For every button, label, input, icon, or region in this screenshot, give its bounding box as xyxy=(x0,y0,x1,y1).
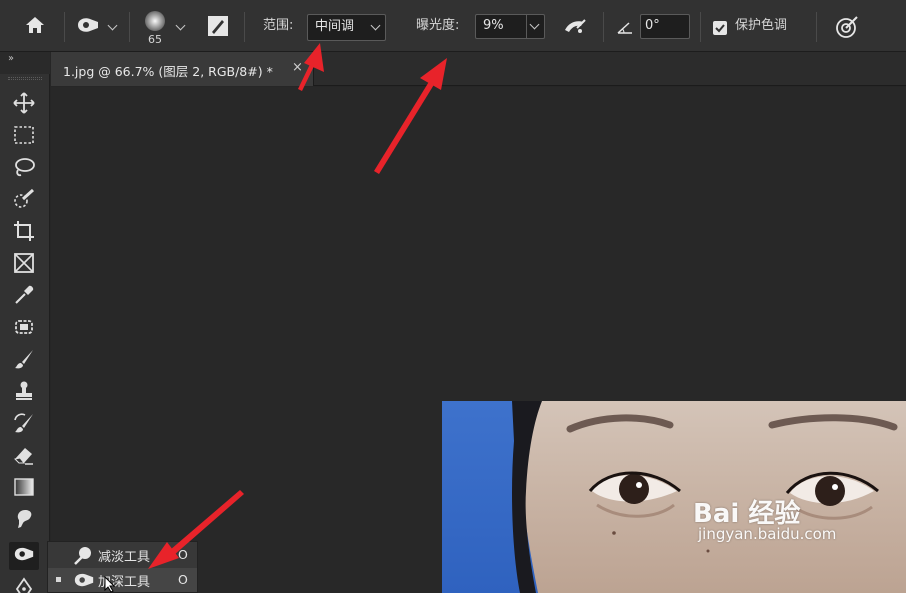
flyout-item-dodge-shortcut: O xyxy=(178,547,188,562)
protect-tones-checkbox[interactable] xyxy=(713,20,727,39)
crop-tool[interactable] xyxy=(9,217,39,245)
flyout-item-burn-shortcut: O xyxy=(178,572,188,587)
photoshop-window: 65 范围: 中间调 曝光度: 9% 0° 保护色调 ›› 1.jpg @ 66… xyxy=(0,0,906,593)
home-icon[interactable] xyxy=(24,15,46,39)
quick-select-tool[interactable] xyxy=(9,185,39,213)
range-label: 范围: xyxy=(263,18,294,33)
angle-input[interactable]: 0° xyxy=(640,14,690,39)
exposure-input[interactable]: 9% xyxy=(475,14,545,39)
close-tab-icon[interactable]: × xyxy=(292,60,303,75)
range-select-value: 中间调 xyxy=(315,19,355,34)
preset-chevron-down-icon[interactable] xyxy=(107,20,118,31)
options-bar: 65 范围: 中间调 曝光度: 9% 0° 保护色调 xyxy=(0,0,906,52)
eraser-tool[interactable] xyxy=(9,441,39,469)
flyout-item-dodge-label: 减淡工具 xyxy=(98,550,151,565)
burn-tool-preset-icon[interactable] xyxy=(76,16,100,38)
airbrush-icon[interactable] xyxy=(563,16,587,40)
gradient-tool[interactable] xyxy=(9,473,39,501)
blur-tool[interactable] xyxy=(9,505,39,533)
dodge-tool-icon xyxy=(74,547,91,565)
lasso-tool[interactable] xyxy=(9,153,39,181)
spot-healing-tool[interactable] xyxy=(9,313,39,341)
watermark-url-text: jingyan.baidu.com xyxy=(698,525,837,543)
tools-panel: ›› xyxy=(0,52,50,593)
exposure-value: 9% xyxy=(483,18,504,33)
document-tab-bar: 1.jpg @ 66.7% (图层 2, RGB/8#) * × xyxy=(51,52,906,86)
tool-flyout-menu: 减淡工具 O 加深工具 O xyxy=(47,541,198,593)
history-brush-tool[interactable] xyxy=(9,409,39,437)
collapse-icon[interactable]: ›› xyxy=(8,53,14,64)
clone-stamp-tool[interactable] xyxy=(9,377,39,405)
tools-panel-grip[interactable] xyxy=(8,77,42,80)
exposure-chevron-down-icon xyxy=(529,19,540,30)
flyout-item-dodge[interactable]: 减淡工具 O xyxy=(48,543,197,567)
tools-panel-header: ›› xyxy=(0,52,50,74)
burn-tool-icon xyxy=(74,573,94,587)
document-tab[interactable]: 1.jpg @ 66.7% (图层 2, RGB/8#) * × xyxy=(51,52,314,86)
brush-settings-icon[interactable] xyxy=(208,16,228,40)
brush-size-value: 65 xyxy=(148,33,162,46)
range-select[interactable]: 中间调 xyxy=(307,14,386,41)
canvas-photo xyxy=(442,401,906,593)
pen-tool[interactable] xyxy=(9,574,39,593)
document-tab-title: 1.jpg @ 66.7% (图层 2, RGB/8#) * xyxy=(63,64,273,79)
mouse-cursor-icon xyxy=(104,575,116,593)
protect-tones-label: 保护色调 xyxy=(735,18,788,33)
eyedropper-tool[interactable] xyxy=(9,281,39,309)
burn-tool[interactable] xyxy=(9,542,39,570)
selected-bullet-icon xyxy=(56,577,61,582)
marquee-tool[interactable] xyxy=(9,121,39,149)
brush-chevron-down-icon[interactable] xyxy=(175,20,186,31)
range-chevron-down-icon xyxy=(370,20,381,31)
brush-tool[interactable] xyxy=(9,345,39,373)
move-tool[interactable] xyxy=(9,89,39,117)
pressure-size-icon[interactable] xyxy=(835,15,859,43)
angle-value: 0° xyxy=(645,18,660,33)
flyout-item-burn[interactable]: 加深工具 O xyxy=(48,568,197,592)
frame-tool[interactable] xyxy=(9,249,39,277)
exposure-label: 曝光度: xyxy=(416,18,460,33)
angle-icon xyxy=(617,20,633,39)
